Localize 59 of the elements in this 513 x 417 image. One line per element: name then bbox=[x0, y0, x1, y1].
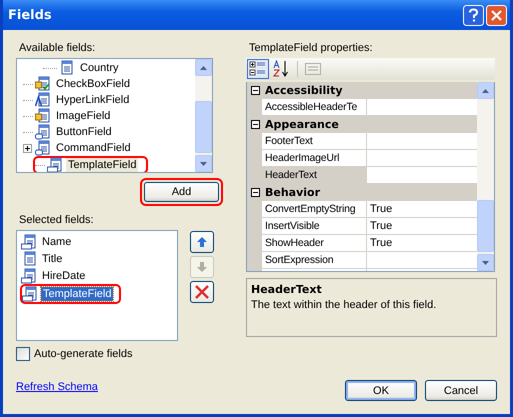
refresh-schema-link[interactable]: Refresh Schema bbox=[16, 381, 98, 393]
selected-fields-label: Selected fields: bbox=[18, 214, 94, 228]
delete-icon bbox=[194, 284, 210, 300]
list-item[interactable]: Title bbox=[40, 252, 64, 266]
scrollbar[interactable] bbox=[477, 82, 494, 271]
property-value[interactable]: True bbox=[370, 203, 392, 215]
field-icon bbox=[35, 76, 51, 92]
property-name[interactable]: HeaderText bbox=[262, 167, 367, 183]
auto-generate-checkbox[interactable] bbox=[16, 347, 30, 361]
delete-button[interactable] bbox=[190, 281, 214, 303]
window-title: Fields bbox=[8, 8, 52, 22]
scroll-up-icon[interactable] bbox=[482, 88, 489, 92]
category-heading: Accessibility bbox=[265, 84, 342, 96]
property-value[interactable]: True bbox=[370, 237, 392, 249]
tree-item[interactable]: TemplateField bbox=[66, 158, 138, 172]
field-icon bbox=[22, 286, 38, 302]
tree-item[interactable]: ButtonField bbox=[54, 125, 114, 139]
available-fields-label: Available fields: bbox=[18, 42, 96, 56]
description-title: HeaderText bbox=[251, 283, 322, 296]
tree-item[interactable]: CommandField bbox=[54, 141, 133, 155]
arrow-up-icon bbox=[196, 236, 208, 248]
description-text: The text within the header of this field. bbox=[251, 299, 436, 311]
property-name[interactable]: ConvertEmptyString bbox=[262, 201, 367, 217]
scrollbar[interactable] bbox=[195, 59, 212, 172]
property-name[interactable]: ShowHeader bbox=[262, 235, 367, 251]
scroll-down-icon[interactable] bbox=[482, 260, 489, 264]
tree-item[interactable]: ImageField bbox=[54, 109, 112, 123]
list-item[interactable]: Name bbox=[40, 234, 74, 248]
tree-item[interactable]: Country bbox=[78, 61, 121, 75]
close-icon[interactable] bbox=[486, 4, 507, 26]
arrow-down-icon bbox=[196, 261, 208, 273]
category-heading: Appearance bbox=[265, 118, 339, 130]
category-heading: Behavior bbox=[265, 186, 320, 198]
tree-item[interactable]: CheckBoxField bbox=[54, 77, 132, 91]
scroll-down-icon[interactable] bbox=[200, 162, 207, 166]
list-item[interactable]: TemplateField bbox=[41, 287, 114, 301]
categorized-icon[interactable] bbox=[247, 59, 269, 79]
move-up-button[interactable] bbox=[190, 231, 214, 253]
property-value[interactable]: True bbox=[370, 220, 392, 232]
field-icon bbox=[35, 92, 51, 108]
collapse-icon[interactable] bbox=[251, 120, 260, 128]
list-item[interactable]: HireDate bbox=[40, 268, 88, 282]
expand-icon[interactable] bbox=[23, 144, 32, 152]
field-icon bbox=[35, 140, 51, 156]
cancel-button[interactable]: Cancel bbox=[425, 380, 497, 401]
scroll-up-icon[interactable] bbox=[200, 66, 207, 70]
auto-generate-label: Auto-generate fields bbox=[34, 348, 132, 360]
properties-label: TemplateField properties: bbox=[248, 42, 373, 56]
ok-button[interactable]: OK bbox=[345, 380, 417, 401]
property-name[interactable]: InsertVisible bbox=[262, 218, 367, 234]
collapse-icon[interactable] bbox=[251, 86, 260, 94]
help-icon[interactable] bbox=[463, 4, 484, 26]
tree-item[interactable]: HyperLinkField bbox=[54, 93, 132, 107]
field-icon bbox=[21, 268, 37, 284]
collapse-icon[interactable] bbox=[251, 188, 260, 196]
field-icon bbox=[21, 234, 37, 250]
field-icon bbox=[35, 108, 51, 124]
field-icon bbox=[35, 124, 51, 140]
add-button[interactable]: Add bbox=[144, 182, 219, 202]
